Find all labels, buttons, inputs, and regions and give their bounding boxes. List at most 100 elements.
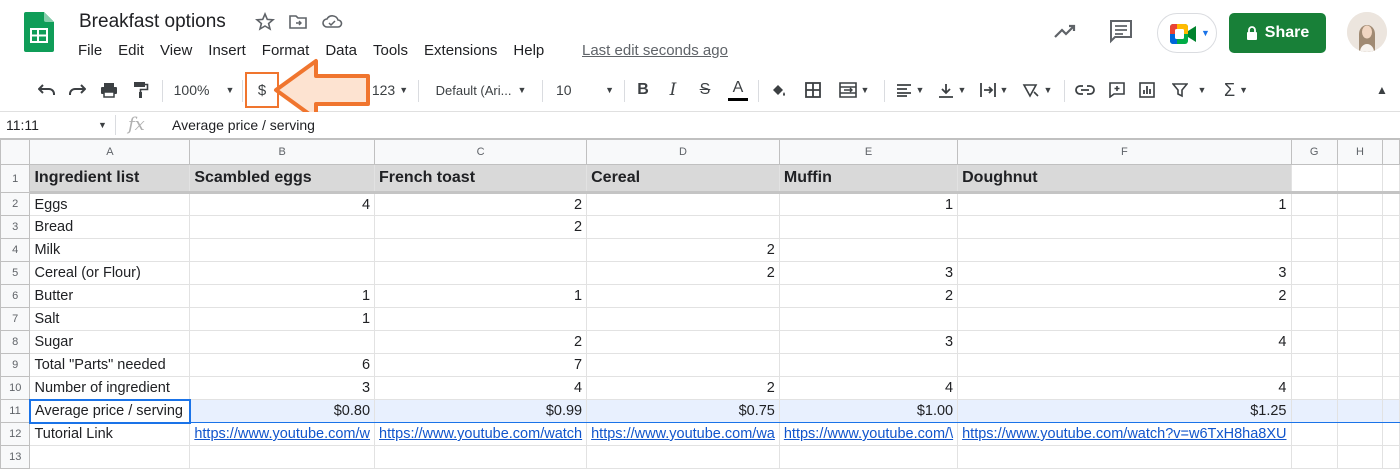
cell[interactable] [1290,261,1338,285]
cell[interactable] [1290,353,1338,377]
row-header[interactable]: 10 [0,376,31,400]
cell[interactable]: $1.00 [778,399,959,423]
cell[interactable] [1336,376,1384,400]
last-edit-link[interactable]: Last edit seconds ago [582,42,728,59]
column-header[interactable]: E [778,139,959,165]
cell[interactable]: $0.75 [586,399,780,423]
row-header[interactable]: 5 [0,261,31,285]
row-header[interactable]: 4 [0,238,31,262]
cell[interactable] [1290,238,1338,262]
cell[interactable] [957,353,1292,377]
cell[interactable] [1336,215,1384,239]
row-header[interactable]: 12 [0,422,31,446]
insert-chart-icon[interactable] [1134,68,1160,112]
borders-icon[interactable] [800,68,826,112]
cell[interactable]: Muffin [778,164,959,194]
cell[interactable]: https://www.youtube.com/wa [586,422,780,446]
cell[interactable]: 2 [586,261,780,285]
cell[interactable] [1290,164,1338,194]
star-icon[interactable] [254,11,276,32]
cell[interactable] [1336,261,1384,285]
cell[interactable] [1290,284,1338,308]
cell[interactable] [1382,284,1400,308]
cell[interactable]: Sugar [29,330,191,354]
menu-help[interactable]: Help [513,42,544,59]
cell[interactable]: 4 [778,376,959,400]
cell[interactable] [1290,399,1338,423]
cell[interactable]: Salt [29,307,191,331]
cell[interactable]: 4 [374,376,588,400]
cell[interactable] [957,238,1292,262]
cell[interactable] [778,307,959,331]
name-box[interactable]: 11:11 [6,117,39,133]
cell[interactable]: 1 [778,192,959,216]
cell[interactable] [374,445,588,469]
column-header[interactable]: C [374,139,588,165]
cell[interactable]: 3 [189,376,376,400]
cell[interactable]: Eggs [29,192,191,216]
cell[interactable]: 4 [189,192,376,216]
link-icon[interactable] [1072,68,1098,112]
cell[interactable] [1382,399,1400,423]
account-avatar[interactable] [1347,12,1387,52]
menu-insert[interactable]: Insert [208,42,246,59]
vertical-align-icon[interactable]: ▼ [934,68,970,112]
cell[interactable] [1336,192,1384,216]
cell[interactable]: 2 [778,284,959,308]
cell[interactable]: 2 [957,284,1292,308]
cell[interactable]: Number of ingredient [29,376,191,400]
text-rotation-icon[interactable]: ▼ [1018,68,1056,112]
cell[interactable] [1382,215,1400,239]
cell[interactable]: https://www.youtube.com/w [189,422,376,446]
cell[interactable]: 1 [189,307,376,331]
cell[interactable] [1382,307,1400,331]
cell[interactable] [586,330,780,354]
cell[interactable] [1382,422,1400,446]
paint-format-icon[interactable] [128,68,154,112]
cell[interactable] [1336,164,1384,194]
cell[interactable]: Tutorial Link [29,422,191,446]
row-header[interactable]: 6 [0,284,31,308]
cell[interactable]: Scambled eggs [189,164,376,194]
insert-comment-icon[interactable] [1104,68,1130,112]
activity-dashboard-icon[interactable] [1052,18,1078,44]
cell[interactable] [1382,445,1400,469]
cell[interactable] [189,238,376,262]
cell[interactable]: $1.25 [957,399,1292,423]
cell[interactable] [1336,307,1384,331]
fill-color-icon[interactable] [766,68,792,112]
cell[interactable]: https://www.youtube.com/\ [778,422,959,446]
cell[interactable]: 3 [778,330,959,354]
cell[interactable] [1290,307,1338,331]
cell[interactable] [778,238,959,262]
cell[interactable] [586,307,780,331]
cell[interactable]: 2 [586,238,780,262]
font-size-select[interactable]: 10 ▼ [552,68,618,112]
cell[interactable]: $0.99 [374,399,588,423]
zoom-select[interactable]: 100% ▼ [170,68,238,112]
cell[interactable]: 1 [957,192,1292,216]
cell[interactable] [586,284,780,308]
cell[interactable]: $0.80 [189,399,376,423]
cell[interactable]: 3 [957,261,1292,285]
row-header[interactable]: 2 [0,192,31,216]
row-header[interactable]: 3 [0,215,31,239]
cell[interactable] [1382,353,1400,377]
cell[interactable]: 7 [374,353,588,377]
cell[interactable]: 4 [957,330,1292,354]
cell[interactable] [1336,445,1384,469]
cell[interactable]: 2 [374,192,588,216]
meet-button[interactable]: ▼ [1157,13,1217,53]
cell[interactable]: https://www.youtube.com/watch?v=w6TxH8ha… [957,422,1292,446]
cell[interactable] [374,238,588,262]
cell[interactable] [1290,330,1338,354]
cell[interactable]: French toast [374,164,588,194]
cell[interactable] [957,445,1292,469]
cell[interactable] [1290,422,1338,446]
cell[interactable] [1290,445,1338,469]
cell[interactable] [778,215,959,239]
cell[interactable] [1336,353,1384,377]
collapse-toolbar-icon[interactable]: ▲ [1372,68,1392,112]
google-sheets-logo[interactable] [24,12,54,52]
cell[interactable] [189,215,376,239]
